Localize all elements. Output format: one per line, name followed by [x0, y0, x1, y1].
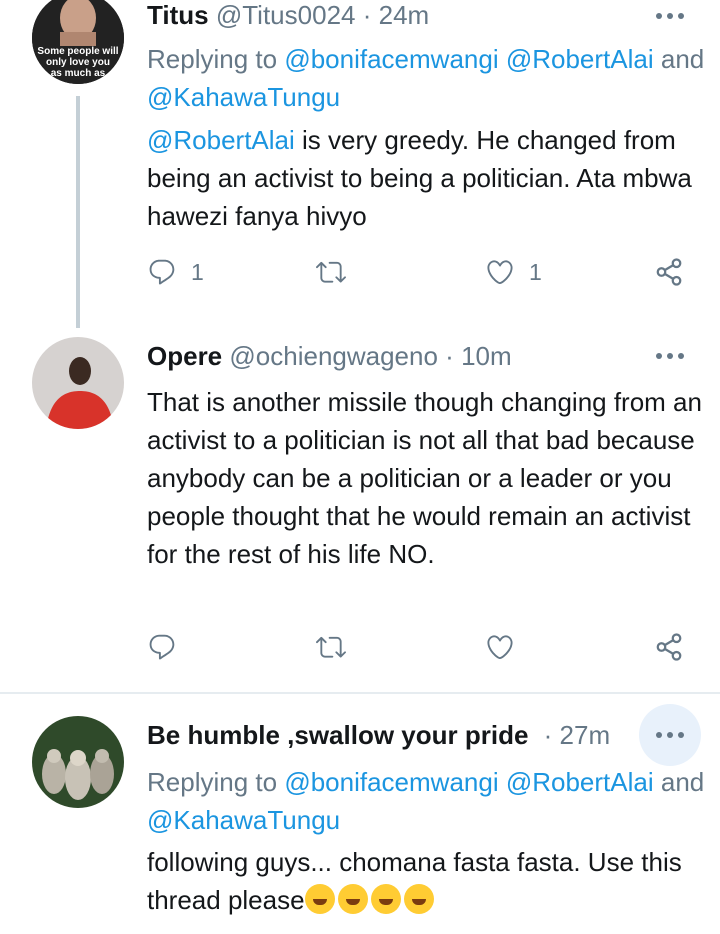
username[interactable]: @Titus0024 — [216, 0, 356, 30]
more-icon — [655, 352, 685, 360]
mention-link[interactable]: @bonifacemwangi — [284, 767, 498, 797]
avatar-titus[interactable]: Some people will only love you as much a… — [32, 0, 124, 84]
share-button[interactable] — [654, 632, 684, 662]
mention-link[interactable]: @KahawaTungu — [147, 82, 340, 112]
avatar-titus-text-2: only love you — [46, 57, 110, 68]
replying-to-label: Replying to — [147, 767, 278, 797]
tweet-header: Be humble ,swallow your pride · 27m — [147, 720, 610, 751]
display-name[interactable]: Opere — [147, 341, 222, 371]
heart-icon — [485, 257, 515, 287]
display-name[interactable]: Be humble ,swallow your pride — [147, 720, 528, 750]
avatar-be-humble[interactable] — [32, 716, 124, 808]
retweet-icon — [316, 257, 346, 287]
more-icon — [655, 12, 685, 20]
mention-link[interactable]: @RobertAlai — [506, 44, 654, 74]
avatar-opere-image — [32, 337, 124, 429]
avatar-be-humble-image — [32, 716, 124, 808]
rolling-on-floor-laughing-emoji — [403, 884, 434, 914]
replying-to: Replying to @bonifacemwangi @RobertAlai … — [147, 40, 707, 116]
retweet-button[interactable] — [316, 257, 346, 287]
retweet-icon — [316, 632, 346, 662]
more-button[interactable] — [639, 325, 701, 387]
timestamp[interactable]: 24m — [379, 0, 430, 30]
separator-dot: · — [543, 720, 553, 750]
separator-dot: · — [362, 0, 372, 30]
share-icon — [654, 632, 684, 662]
avatar-titus-text-1: Some people will — [37, 46, 118, 57]
tweet-text: @RobertAlai is very greedy. He changed f… — [147, 121, 707, 235]
separator-dot: · — [445, 341, 454, 371]
mention-link[interactable]: @RobertAlai — [506, 767, 654, 797]
tweet-be-humble[interactable]: Be humble ,swallow your pride · 27m Repl… — [0, 694, 720, 934]
username[interactable]: @ochiengwageno — [229, 341, 438, 371]
mention-link[interactable]: @KahawaTungu — [147, 805, 340, 835]
replying-to-and: and — [660, 44, 705, 74]
rolling-on-floor-laughing-emoji — [304, 884, 335, 914]
avatar-opere[interactable] — [32, 337, 124, 429]
replying-to-label: Replying to — [147, 44, 278, 74]
like-button[interactable] — [485, 632, 515, 662]
reply-icon — [147, 257, 177, 287]
emoji-group — [304, 884, 437, 915]
share-button[interactable] — [654, 257, 684, 287]
more-button[interactable] — [639, 704, 701, 766]
timestamp[interactable]: 27m — [560, 720, 611, 750]
avatar-titus-text-3: as much as — [51, 68, 106, 79]
avatar-titus-image: Some people will only love you as much a… — [32, 0, 124, 84]
reply-button[interactable]: 1 — [147, 257, 204, 287]
heart-icon — [485, 632, 515, 662]
retweet-button[interactable] — [316, 632, 346, 662]
mention-link[interactable]: @RobertAlai — [147, 125, 295, 155]
rolling-on-floor-laughing-emoji — [337, 884, 368, 914]
mention-link[interactable]: @bonifacemwangi — [284, 44, 498, 74]
tweet-header: Titus @Titus0024 · 24m — [147, 0, 429, 31]
reply-button[interactable] — [147, 632, 177, 662]
display-name[interactable]: Titus — [147, 0, 209, 30]
share-icon — [654, 257, 684, 287]
tweet-text: That is another missile though changing … — [147, 387, 702, 569]
like-button[interactable]: 1 — [485, 257, 542, 287]
replying-to: Replying to @bonifacemwangi @RobertAlai … — [147, 763, 707, 839]
action-bar — [147, 632, 692, 672]
replying-to-and: and — [660, 767, 705, 797]
tweet-text: following guys... chomana fasta fasta. U… — [147, 843, 707, 919]
timestamp[interactable]: 10m — [461, 341, 512, 371]
rolling-on-floor-laughing-emoji — [370, 884, 401, 914]
tweet-header: Opere @ochiengwageno · 10m — [147, 341, 512, 372]
tweet-titus[interactable]: Some people will only love you as much a… — [0, 0, 720, 330]
tweet-opere[interactable]: Opere @ochiengwageno · 10m That is anoth… — [0, 330, 720, 692]
more-icon — [655, 731, 685, 739]
like-count: 1 — [529, 258, 542, 285]
reply-count: 1 — [191, 258, 204, 285]
thread-line — [76, 96, 80, 328]
reply-icon — [147, 632, 177, 662]
action-bar: 1 1 — [147, 257, 692, 297]
